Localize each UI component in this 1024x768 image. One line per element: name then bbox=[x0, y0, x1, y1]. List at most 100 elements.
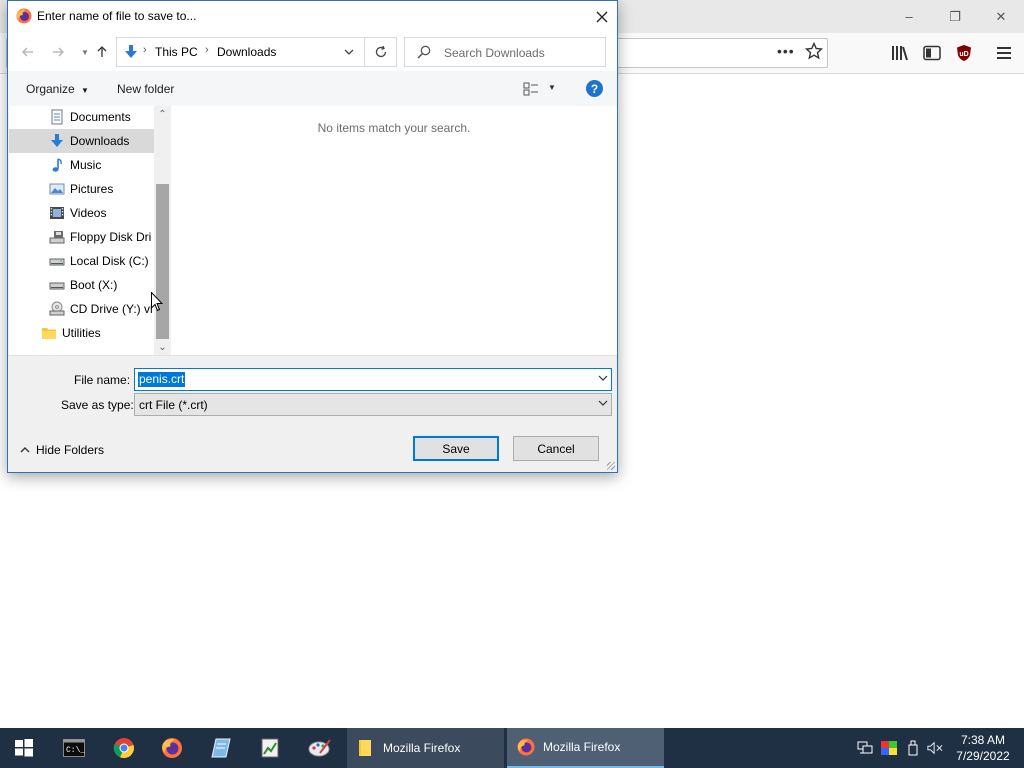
nav-item[interactable]: Floppy Disk Dri bbox=[9, 225, 154, 249]
dialog-close-button[interactable] bbox=[587, 1, 617, 32]
file-name-label: File name: bbox=[74, 373, 131, 387]
spreadsheet-taskbar-button[interactable] bbox=[246, 728, 294, 768]
address-dropdown-icon[interactable] bbox=[343, 46, 355, 58]
notepad-icon bbox=[211, 738, 231, 758]
taskbar-clock[interactable]: 7:38 AM 7/29/2022 bbox=[948, 732, 1018, 764]
taskbar-window-file-explorer[interactable]: Mozilla Firefox bbox=[347, 728, 504, 768]
chrome-icon bbox=[113, 738, 134, 759]
restore-button[interactable]: ❐ bbox=[932, 0, 978, 33]
save-button[interactable]: Save bbox=[413, 436, 499, 461]
new-folder-button[interactable]: New folder bbox=[117, 82, 174, 96]
clock-date: 7/29/2022 bbox=[956, 749, 1010, 763]
videos-icon bbox=[49, 205, 65, 221]
view-options-icon[interactable] bbox=[523, 81, 539, 97]
back-button[interactable] bbox=[18, 42, 38, 62]
breadcrumb-separator-icon: › bbox=[143, 44, 147, 56]
cancel-button[interactable]: Cancel bbox=[513, 436, 599, 461]
ublock-icon[interactable]: uD bbox=[953, 42, 975, 64]
search-placeholder: Search Downloads bbox=[444, 46, 545, 60]
cd-drive-icon bbox=[49, 301, 65, 317]
nav-item-label: Music bbox=[70, 158, 102, 172]
nav-item[interactable]: Videos bbox=[9, 201, 154, 225]
nav-item[interactable]: Local Disk (C:) bbox=[9, 249, 154, 273]
close-icon bbox=[596, 11, 608, 22]
refresh-button[interactable] bbox=[364, 37, 397, 67]
clock-time: 7:38 AM bbox=[960, 733, 1006, 747]
color-display-icon[interactable] bbox=[881, 740, 897, 756]
music-icon bbox=[49, 157, 65, 173]
navigation-bar: ▼ › This PC › Downloads Search Downloads bbox=[8, 32, 617, 71]
nav-item[interactable]: Music bbox=[9, 153, 154, 177]
bookmark-star-icon[interactable] bbox=[804, 41, 824, 60]
nav-item[interactable]: Boot (X:) bbox=[9, 273, 154, 297]
dialog-titlebar: Enter name of file to save to... bbox=[8, 1, 617, 32]
breadcrumb-separator-icon: › bbox=[205, 44, 209, 56]
view-dropdown-icon[interactable]: ▼ bbox=[548, 83, 556, 92]
hide-folders-button[interactable]: Hide Folders bbox=[20, 443, 104, 457]
help-button[interactable]: ? bbox=[586, 80, 603, 97]
svg-text:C:\_: C:\_ bbox=[66, 746, 85, 755]
chrome-taskbar-button[interactable] bbox=[100, 728, 148, 768]
downloads-icon bbox=[123, 44, 139, 60]
volume-muted-icon[interactable] bbox=[927, 740, 943, 756]
downloads-icon bbox=[49, 133, 65, 149]
scroll-down-icon[interactable]: ⌄ bbox=[154, 339, 171, 355]
dialog-footer: File name: penis.crt Save as type: crt F… bbox=[8, 355, 617, 472]
sidebar-icon[interactable] bbox=[921, 42, 943, 64]
chevron-down-icon[interactable] bbox=[598, 373, 608, 386]
nav-item-label: Utilities bbox=[62, 326, 101, 340]
nav-item[interactable]: Utilities bbox=[9, 321, 154, 345]
firefox-icon bbox=[517, 738, 535, 756]
breadcrumb-downloads[interactable]: Downloads bbox=[217, 45, 276, 59]
minimize-button[interactable]: – bbox=[886, 0, 932, 33]
taskbar-window-firefox[interactable]: Mozilla Firefox bbox=[507, 728, 664, 768]
local-disk-icon bbox=[49, 253, 65, 269]
breadcrumb-this-pc[interactable]: This PC bbox=[155, 45, 198, 59]
file-name-value[interactable]: penis.crt bbox=[138, 372, 186, 387]
search-box[interactable]: Search Downloads bbox=[404, 37, 606, 67]
nav-item[interactable]: CD Drive (Y:) vi bbox=[9, 297, 154, 321]
folder-icon bbox=[41, 325, 57, 341]
hide-folders-label: Hide Folders bbox=[36, 443, 105, 457]
nav-item-label: Local Disk (C:) bbox=[70, 254, 149, 268]
scroll-thumb[interactable] bbox=[156, 184, 169, 339]
up-button[interactable] bbox=[92, 42, 112, 62]
save-type-value: crt File (*.crt) bbox=[139, 398, 208, 412]
paint-icon bbox=[308, 739, 331, 757]
taskbar: C:\_ Mozilla Firefox Mozilla Firefox 7:3… bbox=[0, 728, 1024, 768]
arrow-up-icon bbox=[97, 46, 107, 57]
usb-device-icon[interactable] bbox=[905, 740, 921, 756]
nav-item[interactable]: Pictures bbox=[9, 177, 154, 201]
nav-scrollbar[interactable]: ⌃ ⌄ bbox=[154, 106, 171, 355]
start-button[interactable] bbox=[0, 728, 48, 768]
file-name-input[interactable]: penis.crt bbox=[134, 368, 612, 391]
hamburger-menu-icon[interactable] bbox=[993, 42, 1015, 64]
svg-text:uD: uD bbox=[959, 51, 968, 58]
pictures-icon bbox=[49, 181, 65, 197]
nav-item-label: Floppy Disk Dri bbox=[70, 230, 152, 244]
network-icon[interactable] bbox=[857, 740, 873, 756]
save-type-select[interactable]: crt File (*.crt) bbox=[134, 393, 612, 416]
scroll-up-icon[interactable]: ⌃ bbox=[154, 106, 171, 122]
nav-item-label: CD Drive (Y:) vi bbox=[70, 302, 153, 316]
forward-button[interactable] bbox=[48, 42, 68, 62]
nav-item[interactable]: Downloads bbox=[9, 129, 154, 153]
close-window-button[interactable]: ✕ bbox=[978, 0, 1024, 33]
organize-button[interactable]: Organize ▼ bbox=[26, 82, 89, 96]
firefox-icon bbox=[16, 8, 32, 24]
file-list-pane[interactable]: No items match your search. bbox=[171, 106, 617, 355]
terminal-taskbar-button[interactable]: C:\_ bbox=[50, 728, 98, 768]
floppy-drive-icon bbox=[49, 229, 65, 245]
nav-item[interactable]: Documents bbox=[9, 106, 154, 129]
mouse-cursor-icon bbox=[151, 291, 164, 312]
resize-grip-icon[interactable] bbox=[607, 462, 615, 470]
empty-message: No items match your search. bbox=[317, 121, 471, 135]
firefox-taskbar-button[interactable] bbox=[148, 728, 196, 768]
nav-item-label: Documents bbox=[70, 110, 131, 124]
page-actions-icon[interactable]: ••• bbox=[777, 43, 795, 59]
paint-taskbar-button[interactable] bbox=[296, 728, 344, 768]
notepad-taskbar-button[interactable] bbox=[197, 728, 245, 768]
address-bar[interactable]: › This PC › Downloads bbox=[116, 37, 365, 67]
dialog-title: Enter name of file to save to... bbox=[37, 9, 197, 23]
library-icon[interactable] bbox=[889, 42, 911, 64]
